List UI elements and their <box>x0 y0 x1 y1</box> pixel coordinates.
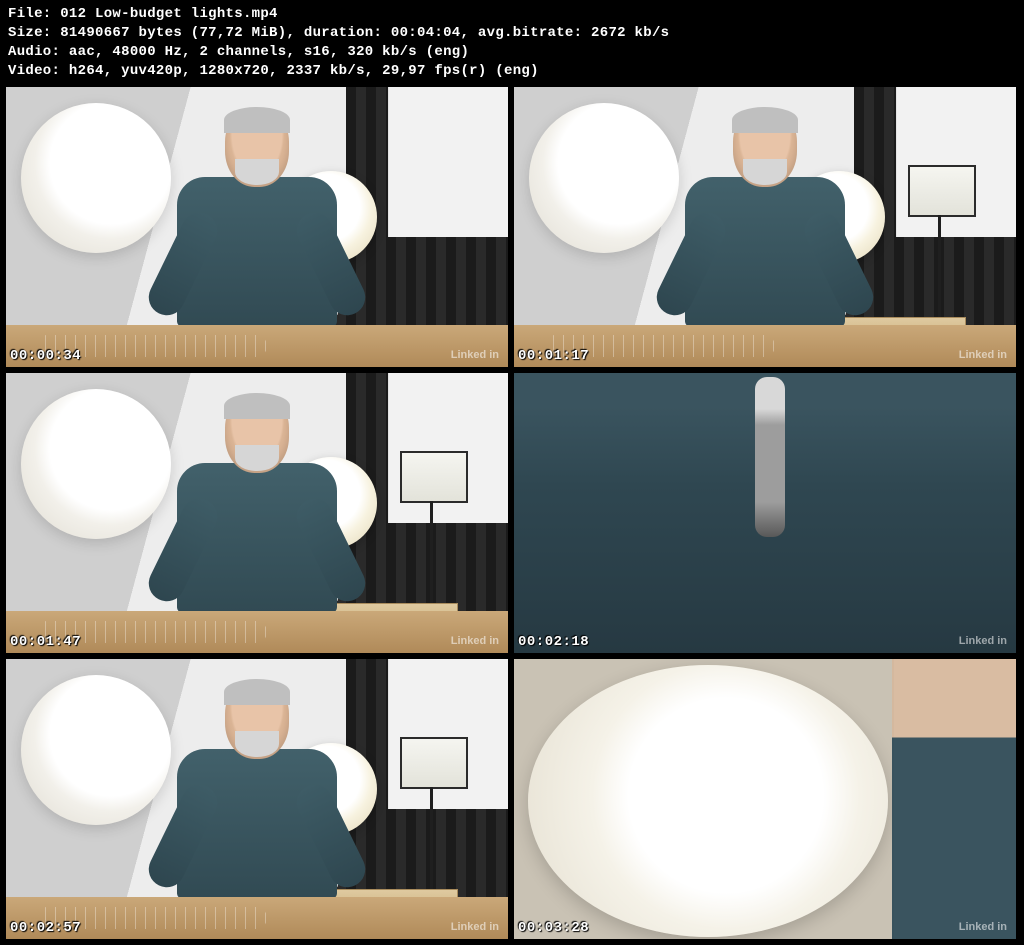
file-row: File: 012 Low-budget lights.mp4 <box>8 5 1016 24</box>
duration-value: 00:04:04 <box>391 25 461 41</box>
file-label: File: <box>8 6 52 22</box>
light-stand <box>430 501 433 611</box>
thumbnail-grid: 00:00:34 Linked in 00:01:17 Linked in <box>0 84 1024 945</box>
light-stand <box>938 215 941 325</box>
frame-scene <box>6 659 508 939</box>
thumbnail-frame[interactable]: 00:01:47 Linked in <box>6 373 508 653</box>
timestamp-overlay: 00:03:28 <box>518 920 589 936</box>
presenter-figure <box>167 681 347 901</box>
size-bytes: 81490667 bytes <box>60 25 182 41</box>
lamp-clamp-closeup <box>755 377 785 537</box>
file-value: 012 Low-budget lights.mp4 <box>60 6 278 22</box>
presenter-figure <box>675 109 855 329</box>
size-label: Size: <box>8 25 52 41</box>
led-panel-icon <box>400 737 468 789</box>
paper-lantern-closeup <box>528 665 888 937</box>
paper-lantern-icon <box>529 103 679 253</box>
presenter-partial <box>892 659 1016 939</box>
diffuser-panel <box>388 87 508 237</box>
thumbnail-frame[interactable]: 00:02:57 Linked in <box>6 659 508 939</box>
thumbnail-frame[interactable]: 00:00:34 Linked in <box>6 87 508 367</box>
presenter-figure <box>167 109 347 329</box>
presenter-figure <box>167 395 347 615</box>
led-panel-icon <box>908 165 976 217</box>
paper-lantern-icon <box>21 103 171 253</box>
led-panel-icon <box>400 451 468 503</box>
media-info-header: File: 012 Low-budget lights.mp4 Size: 81… <box>0 0 1024 84</box>
light-stand <box>430 787 433 897</box>
linkedin-watermark: Linked in <box>448 634 502 648</box>
thumbnail-frame[interactable]: 00:01:17 Linked in <box>514 87 1016 367</box>
duration-label: duration: <box>304 25 382 41</box>
linkedin-watermark: Linked in <box>956 634 1010 648</box>
audio-row: Audio: aac, 48000 Hz, 2 channels, s16, 3… <box>8 43 1016 62</box>
frame-scene <box>6 87 508 367</box>
linkedin-watermark: Linked in <box>956 348 1010 362</box>
timestamp-overlay: 00:01:17 <box>518 348 589 364</box>
linkedin-watermark: Linked in <box>448 348 502 362</box>
bitrate-value: 2672 kb/s <box>591 25 669 41</box>
paper-lantern-icon <box>21 389 171 539</box>
timestamp-overlay: 00:02:57 <box>10 920 81 936</box>
video-label: Video: <box>8 63 60 79</box>
audio-value: aac, 48000 Hz, 2 channels, s16, 320 kb/s… <box>69 44 469 60</box>
paper-lantern-icon <box>21 675 171 825</box>
frame-scene <box>6 373 508 653</box>
bitrate-label: avg.bitrate: <box>478 25 582 41</box>
size-mib: (77,72 MiB) <box>191 25 287 41</box>
frame-scene <box>514 87 1016 367</box>
video-value: h264, yuv420p, 1280x720, 2337 kb/s, 29,9… <box>69 63 539 79</box>
thumbnail-frame[interactable]: 00:03:28 Linked in <box>514 659 1016 939</box>
video-row: Video: h264, yuv420p, 1280x720, 2337 kb/… <box>8 62 1016 81</box>
size-row: Size: 81490667 bytes (77,72 MiB), durati… <box>8 24 1016 43</box>
audio-label: Audio: <box>8 44 60 60</box>
thumbnail-frame[interactable]: 00:02:18 Linked in <box>514 373 1016 653</box>
timestamp-overlay: 00:01:47 <box>10 634 81 650</box>
timestamp-overlay: 00:02:18 <box>518 634 589 650</box>
timestamp-overlay: 00:00:34 <box>10 348 81 364</box>
